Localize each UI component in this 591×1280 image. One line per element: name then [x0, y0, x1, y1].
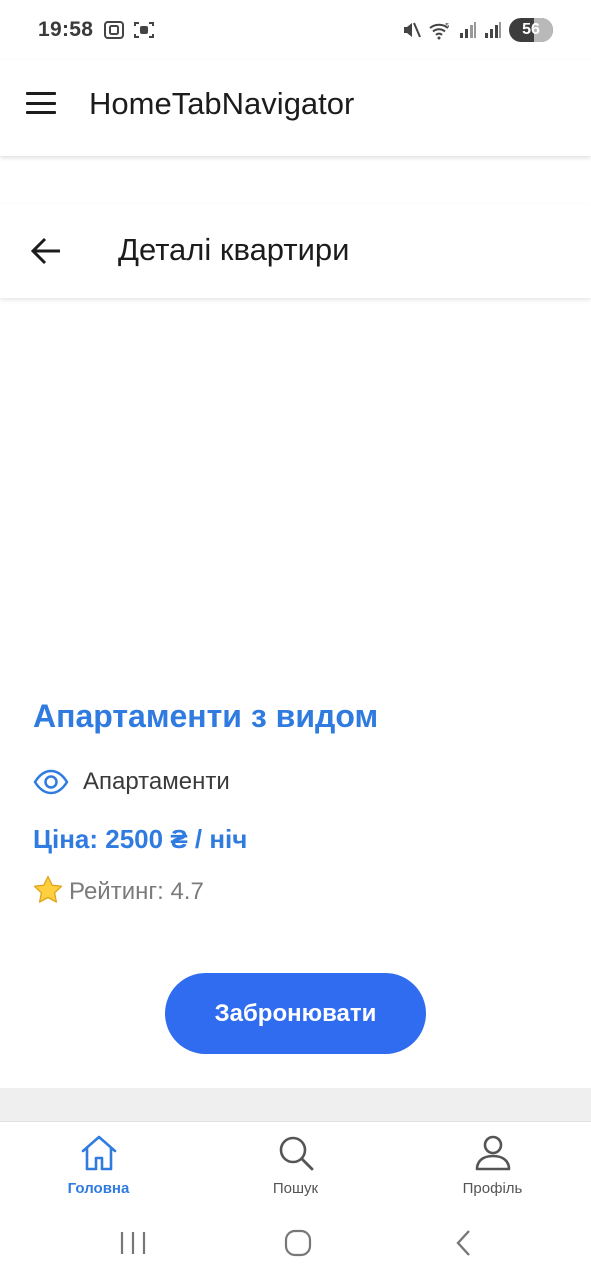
tab-search[interactable]: Пошук	[197, 1122, 394, 1209]
tab-home[interactable]: Головна	[0, 1122, 197, 1209]
app-header: HomeTabNavigator	[0, 60, 591, 156]
recent-apps-icon	[120, 1232, 146, 1254]
chevron-left-icon	[456, 1230, 470, 1256]
tab-profile[interactable]: Профіль	[394, 1122, 591, 1209]
screenshot-icon	[103, 20, 125, 40]
stack-header: Деталі квартири	[0, 204, 591, 298]
recent-apps-button[interactable]	[118, 1229, 148, 1257]
tab-home-label: Головна	[67, 1180, 130, 1197]
app-title: HomeTabNavigator	[89, 86, 355, 121]
status-bar: 19:58 5 56	[0, 0, 591, 60]
back-system-button[interactable]	[452, 1229, 476, 1257]
home-system-button[interactable]	[283, 1229, 313, 1257]
apartment-type-row: Апартаменти	[33, 768, 230, 796]
apartment-type: Апартаменти	[83, 768, 230, 795]
battery-icon: 56	[509, 18, 553, 42]
apartment-title: Апартаменти з видом	[33, 698, 379, 734]
profile-icon	[473, 1134, 513, 1172]
apartment-rating: Рейтинг: 4.7	[69, 878, 204, 905]
tab-profile-label: Профіль	[462, 1180, 523, 1197]
status-time: 19:58	[38, 18, 94, 41]
book-button[interactable]: Забронювати	[165, 973, 426, 1054]
mute-icon	[401, 20, 421, 40]
apartment-rating-row: Рейтинг: 4.7	[33, 875, 204, 909]
apartment-details: Апартаменти з видом Апартаменти Ціна: 25…	[0, 298, 591, 1088]
bottom-tab-bar: Головна Пошук Профіль	[0, 1121, 591, 1209]
signal-icon	[484, 20, 502, 40]
star-icon	[33, 875, 63, 909]
status-right-icons: 5 56	[401, 18, 553, 42]
tab-search-label: Пошук	[272, 1180, 319, 1197]
screen-title: Деталі квартири	[118, 232, 350, 267]
hamburger-menu-icon[interactable]	[26, 92, 56, 114]
apartment-price: Ціна: 2500 ₴ / ніч	[33, 824, 248, 854]
book-button-label: Забронювати	[214, 999, 377, 1027]
system-navigation-bar	[0, 1209, 591, 1280]
content-divider	[0, 1088, 591, 1121]
battery-text: 56	[522, 21, 540, 38]
svg-text:5: 5	[445, 22, 449, 30]
signal-icon	[459, 20, 477, 40]
eye-icon	[33, 769, 69, 795]
home-circle-icon	[284, 1229, 312, 1257]
scan-icon	[133, 20, 155, 40]
home-icon	[79, 1134, 119, 1172]
search-icon	[276, 1134, 316, 1172]
status-left-icons	[103, 20, 155, 40]
back-button[interactable]	[30, 236, 62, 266]
arrow-left-icon	[30, 237, 60, 265]
wifi-icon: 5	[428, 20, 452, 40]
